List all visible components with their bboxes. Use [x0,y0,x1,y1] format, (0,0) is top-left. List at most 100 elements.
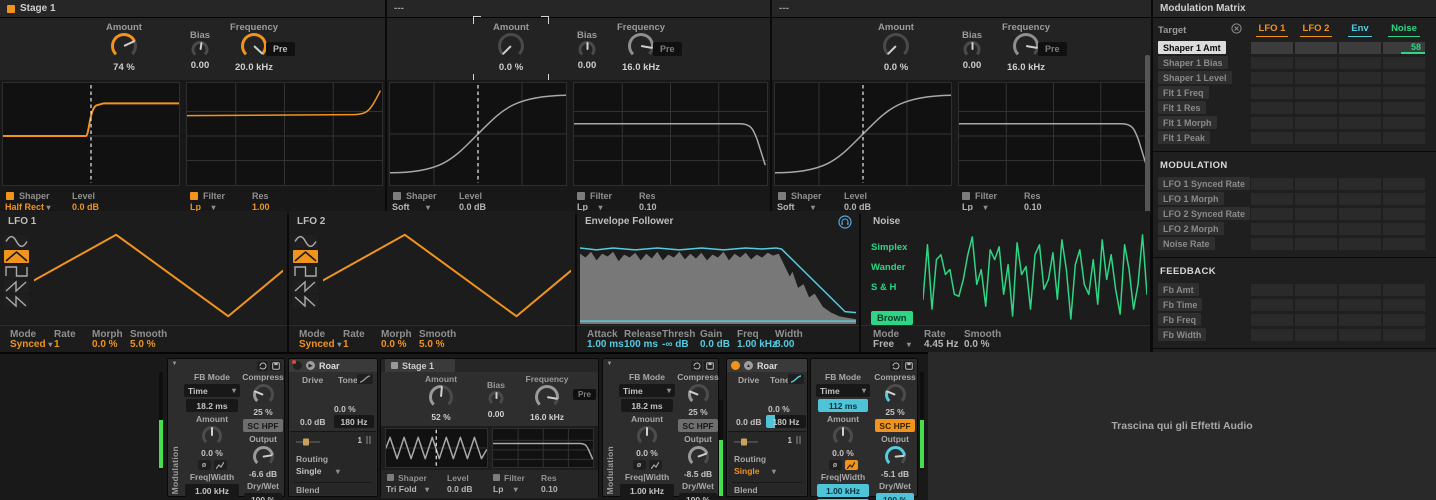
fb-time-value[interactable]: 18.2 ms [621,399,673,412]
fb-freq-value[interactable]: 1.00 kHz [817,484,869,497]
matrix-cell[interactable] [1251,116,1293,129]
target-noise-rate[interactable]: Noise Rate [1158,237,1215,250]
rack-title-strip[interactable]: ▼ Modulation [168,359,181,496]
stage-enabled-icon[interactable] [7,4,15,13]
filter-checkbox[interactable] [577,192,585,200]
fb-graph-button[interactable] [213,460,227,470]
fb-graph-button[interactable] [648,460,662,470]
matrix-cell[interactable] [1339,298,1381,311]
amount-knob-group[interactable]: Amount 0.0 % [864,18,928,80]
matrix-cell[interactable] [1251,41,1293,54]
fb-graph-button[interactable] [844,460,858,470]
matrix-cell[interactable] [1383,86,1425,99]
pre-button[interactable]: Pre [1038,42,1067,56]
smooth-value[interactable]: 0.0 % [964,339,990,350]
tone-freq-value[interactable]: 180 Hz [334,415,374,428]
blend-slider[interactable] [296,438,320,449]
mode-dropdown[interactable]: Synced ▾ [299,339,341,350]
bias-knob[interactable] [963,41,981,58]
blend-slider[interactable] [734,438,758,449]
fb-amount-value[interactable]: 0.0 % [201,448,223,458]
shaper-curve-thumbnail-icon[interactable] [357,374,373,384]
rate-value[interactable]: 1 [343,339,349,350]
drive-value[interactable]: 0.0 dB [300,417,326,427]
shaper-checkbox[interactable] [6,192,14,200]
dry-wet-value[interactable]: 100 % [244,493,282,500]
bias-knob-group[interactable]: Bias 0.00 [950,18,994,80]
bias-knob[interactable] [488,391,504,406]
width-value[interactable]: 8.00 [775,339,794,350]
matrix-cell[interactable] [1339,313,1381,326]
smooth-value[interactable]: 5.0 % [130,339,156,350]
fb-mode-dropdown[interactable]: Time ▾ [184,384,240,397]
dry-wet-value[interactable]: 100 % [876,493,914,500]
target-lfo2-morph[interactable]: LFO 2 Morph [1158,222,1224,235]
matrix-cell[interactable] [1383,328,1425,341]
noise-type-wander[interactable]: Wander [871,262,913,273]
filter-type-dropdown[interactable]: Lp ▾ [493,484,518,494]
frequency-knob[interactable] [535,385,559,409]
freq-value[interactable]: 1.00 kHz [737,339,777,350]
sine-wave-icon[interactable] [4,235,29,248]
matrix-cell[interactable] [1295,313,1337,326]
stage-scrollbar[interactable] [1145,55,1150,215]
roar-1-title-bar[interactable]: ▶ Roar [289,359,377,372]
release-value[interactable]: 100 ms [624,339,658,350]
matrix-cell[interactable] [1251,222,1293,235]
rate-value[interactable]: 1 [54,339,60,350]
frequency-value[interactable]: 16.0 kHz [609,62,673,73]
amount-value[interactable]: 0.0 % [864,62,928,73]
output-value[interactable]: -6.6 dB [249,469,277,479]
amount-value[interactable]: 0.0 % [479,62,543,73]
col-env[interactable]: Env [1338,23,1382,37]
matrix-cell[interactable] [1295,86,1337,99]
warning-icon[interactable]: ▲ [744,361,753,370]
save-preset-icon[interactable] [270,361,281,371]
output-value[interactable]: -5.1 dB [881,469,909,479]
matrix-cell[interactable] [1251,71,1293,84]
target-fb-width[interactable]: Fb Width [1158,328,1207,341]
bias-value[interactable]: 0.00 [565,60,609,71]
matrix-cell[interactable] [1251,207,1293,220]
frequency-knob[interactable] [241,33,267,59]
routing-dropdown[interactable]: Single ▾ [734,466,776,476]
filter-checkbox[interactable] [962,192,970,200]
shaper-type-dropdown[interactable]: Tri Fold ▾ [386,484,429,494]
frequency-knob-group[interactable]: Frequency 16.0 kHz [517,372,577,426]
col-lfo2[interactable]: LFO 2 [1294,23,1338,37]
triangle-wave-icon[interactable] [293,250,318,263]
bias-knob[interactable] [191,41,209,58]
square-wave-icon[interactable] [4,265,29,278]
matrix-cell[interactable] [1295,71,1337,84]
matrix-cell[interactable] [1251,313,1293,326]
matrix-cell[interactable] [1251,177,1293,190]
saw-down-wave-icon[interactable] [293,295,318,308]
amount-knob[interactable] [429,385,453,409]
phase-invert-button[interactable]: ø [632,460,646,470]
phase-invert-button[interactable]: ø [197,460,211,470]
fold-device-icon[interactable]: ▼ [607,361,613,367]
bias-knob-group[interactable]: Bias 0.00 [178,18,222,80]
pre-button[interactable]: Pre [653,42,682,56]
matrix-cell[interactable] [1295,177,1337,190]
matrix-cell[interactable] [1251,328,1293,341]
target-flt-1-peak[interactable]: Flt 1 Peak [1158,131,1211,144]
frequency-value[interactable]: 16.0 kHz [517,412,577,422]
fb-mode-dropdown[interactable]: Time ▾ [816,384,870,397]
sc-hpf-button[interactable]: SC HPF [678,419,718,432]
saw-up-wave-icon[interactable] [293,280,318,293]
tone-value[interactable]: 0.0 % [768,404,790,414]
matrix-cell[interactable] [1339,86,1381,99]
amount-knob[interactable] [883,33,909,59]
pre-button[interactable]: Pre [266,42,295,56]
morph-value[interactable]: 0.0 % [381,339,407,350]
thresh-value[interactable]: -∞ dB [662,339,689,350]
target-shaper-1-level[interactable]: Shaper 1 Level [1158,71,1232,84]
matrix-cell[interactable] [1339,41,1381,54]
target-flt-1-freq[interactable]: Flt 1 Freq [1158,86,1209,99]
sc-hpf-button[interactable]: SC HPF [243,419,283,432]
dry-wet-value[interactable]: 100 % [679,493,717,500]
shaper-checkbox[interactable] [778,192,786,200]
hot-swap-icon[interactable] [691,361,702,371]
device-activator-icon[interactable] [731,361,740,370]
